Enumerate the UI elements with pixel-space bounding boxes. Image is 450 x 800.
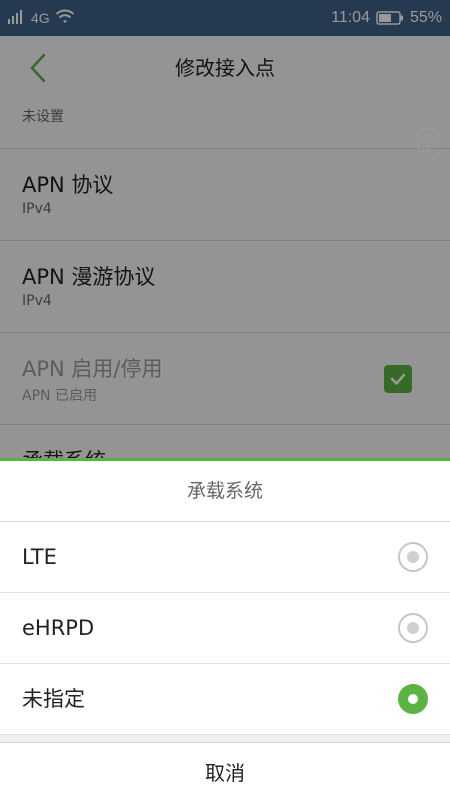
option-unspecified[interactable]: 未指定 [0, 664, 450, 735]
option-label: eHRPD [22, 616, 95, 640]
option-label: 未指定 [22, 687, 85, 711]
cancel-button[interactable]: 取消 [0, 743, 450, 800]
bearer-system-sheet: 承载系统 LTE eHRPD 未指定 取消 [0, 458, 450, 800]
option-lte[interactable]: LTE [0, 522, 450, 593]
option-label: LTE [22, 545, 57, 569]
sheet-title: 承载系统 [0, 461, 450, 522]
radio-lte[interactable] [398, 542, 428, 572]
screen: 4G 11:04 55% 修改接入点 未设置 APN 协议 IPv4 APN 漫… [0, 0, 450, 800]
radio-unspecified[interactable] [398, 684, 428, 714]
option-ehrpd[interactable]: eHRPD [0, 593, 450, 664]
radio-ehrpd[interactable] [398, 613, 428, 643]
sheet-divider [0, 735, 450, 743]
